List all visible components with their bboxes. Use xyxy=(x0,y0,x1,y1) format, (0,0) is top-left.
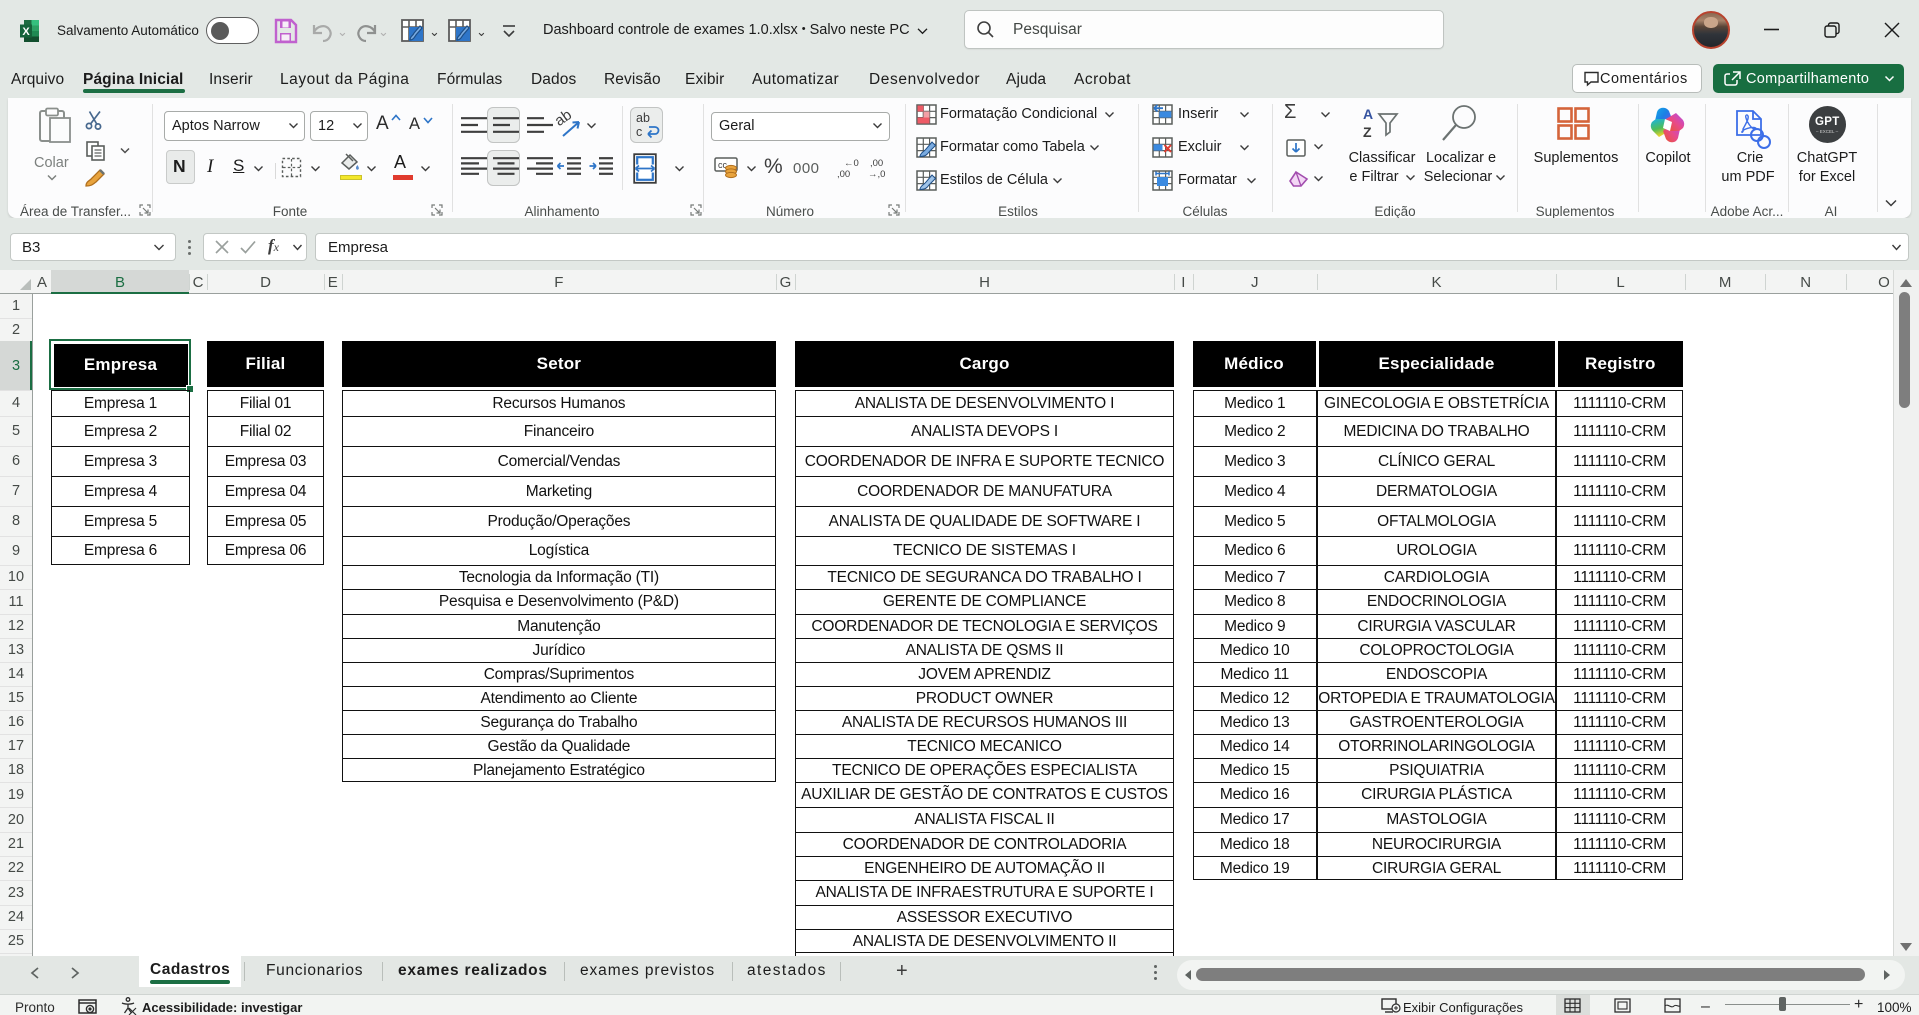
svg-text:ab: ab xyxy=(636,111,650,125)
svg-text:,00: ,00 xyxy=(870,158,883,169)
svg-text:A: A xyxy=(1363,106,1373,122)
svg-text:→,0: →,0 xyxy=(868,169,885,180)
svg-text:ab: ab xyxy=(552,106,575,129)
svg-text:c: c xyxy=(636,125,642,139)
svg-text:Z: Z xyxy=(1363,124,1372,140)
svg-text:,00: ,00 xyxy=(837,169,850,180)
svg-text:←0: ←0 xyxy=(844,158,859,169)
svg-text:X: X xyxy=(22,26,30,38)
